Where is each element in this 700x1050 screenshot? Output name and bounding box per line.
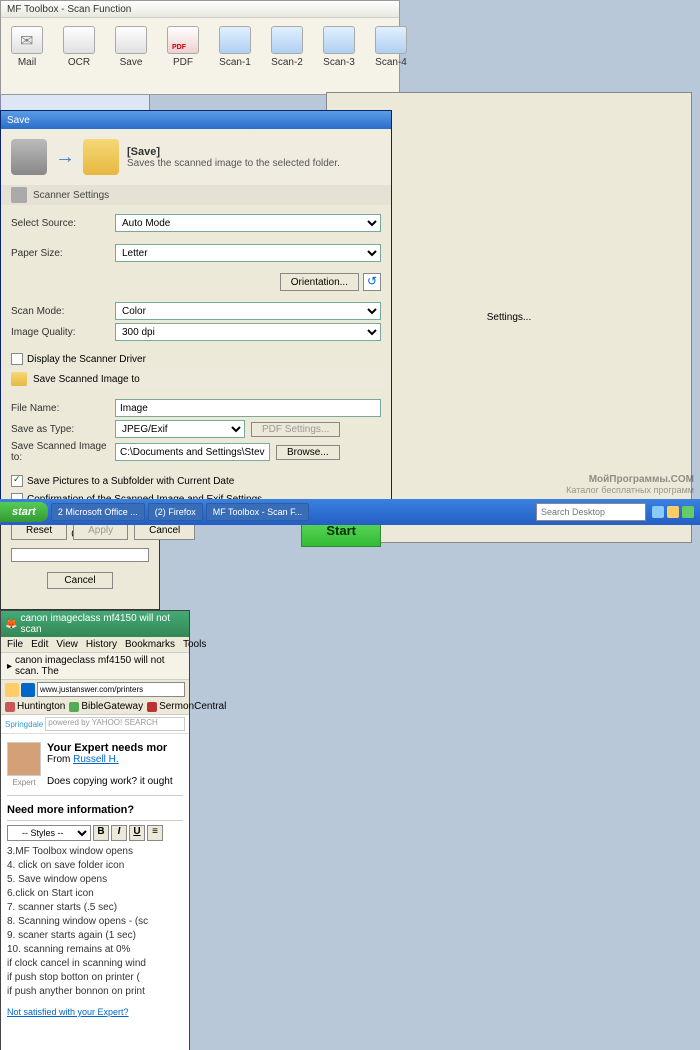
scanner-icon (375, 26, 407, 54)
save-window: Save → [Save] Saves the scanned image to… (0, 110, 392, 500)
save-description: [Save] Saves the scanned image to the se… (127, 146, 381, 169)
pdf-settings-button: PDF Settings... (251, 422, 340, 437)
styles-select[interactable]: -- Styles -- (7, 825, 91, 841)
saveto-label: Save Scanned Image to: (11, 441, 109, 463)
mail-icon (11, 26, 43, 54)
saveto-input[interactable] (115, 443, 270, 461)
pdf-icon (167, 26, 199, 54)
firefox-icon: 🦊 (5, 619, 17, 630)
tab-icon: ▸ (7, 661, 12, 672)
bookmark-icon (5, 702, 15, 712)
expert-heading: Your Expert needs mor (47, 742, 167, 754)
pdf-tool[interactable]: PDF (161, 24, 205, 70)
menu-history[interactable]: History (86, 639, 117, 650)
filename-input[interactable] (115, 399, 381, 417)
bookmark-biblegateway[interactable]: BibleGateway (69, 701, 143, 712)
arrow-icon: → (55, 146, 75, 169)
ff-menubar: File Edit View History Bookmarks Tools (1, 637, 189, 653)
scanmode-label: Scan Mode: (11, 306, 109, 317)
amazon-icon[interactable] (5, 683, 19, 697)
ocr-tool[interactable]: OCR (57, 24, 101, 70)
ff-tab[interactable]: ▸canon imageclass mf4150 will not scan. … (1, 653, 189, 680)
page-content: Expert Your Expert needs mor From Russel… (1, 734, 189, 1050)
folder-icon (11, 372, 27, 386)
system-tray (646, 506, 700, 518)
need-more-heading: Need more information? (7, 804, 183, 816)
folder-large-icon (83, 139, 119, 175)
scan4-tool[interactable]: Scan-4 (369, 24, 413, 70)
bookmark-sermoncentral[interactable]: SermonCentral (147, 701, 226, 712)
quality-select[interactable]: 300 dpi (115, 323, 381, 341)
mf-toolbox-window: MF Toolbox - Scan Function Mail OCR Save… (0, 0, 400, 95)
browse-button[interactable]: Browse... (276, 445, 340, 460)
orientation-button[interactable]: Orientation... (280, 273, 359, 291)
scanner-icon (219, 26, 251, 54)
subfolder-checkbox[interactable] (11, 475, 23, 487)
paper-select[interactable]: Letter (115, 244, 381, 262)
tray-icon[interactable] (652, 506, 664, 518)
avatar (7, 742, 41, 776)
bookmark-icon (69, 702, 79, 712)
refresh-icon[interactable]: ↺ (363, 273, 381, 291)
menu-edit[interactable]: Edit (31, 639, 48, 650)
bold-button[interactable]: B (93, 825, 109, 841)
underline-button[interactable]: U (129, 825, 145, 841)
ff-titlebar: 🦊canon imageclass mf4150 will not scan (1, 611, 189, 637)
filename-label: File Name: (11, 403, 109, 414)
scanmode-select[interactable]: Color (115, 302, 381, 320)
tray-icon[interactable] (667, 506, 679, 518)
saveas-select[interactable]: JPEG/Exif (115, 420, 245, 438)
bookmark-huntington[interactable]: Huntington (5, 701, 65, 712)
source-label: Select Source: (11, 218, 109, 229)
saveas-label: Save as Type: (11, 424, 109, 435)
russell-link[interactable]: Russell H. (73, 754, 119, 765)
scan1-tool[interactable]: Scan-1 (213, 24, 257, 70)
save-titlebar: Save (1, 111, 391, 129)
paper-label: Paper Size: (11, 248, 109, 259)
scan3-tool[interactable]: Scan-3 (317, 24, 361, 70)
desktop-search[interactable] (536, 503, 646, 521)
scanner-settings-section: Scanner Settings (1, 185, 391, 205)
tray-icon[interactable] (682, 506, 694, 518)
scanner-icon (323, 26, 355, 54)
not-satisfied-link[interactable]: Not satisfied with your Expert? (7, 1007, 183, 1017)
save-to-section: Save Scanned Image to (1, 368, 391, 390)
save-header: → [Save] Saves the scanned image to the … (1, 129, 391, 185)
springdale-logo: Springdale (5, 720, 43, 729)
scanner-small-icon (11, 187, 27, 203)
display-driver-checkbox[interactable] (11, 353, 23, 365)
mf-titlebar: MF Toolbox - Scan Function (1, 1, 399, 18)
menu-file[interactable]: File (7, 639, 23, 650)
task-office[interactable]: 2 Microsoft Office ... (51, 503, 145, 521)
quality-label: Image Quality: (11, 327, 109, 338)
site-icon[interactable] (21, 683, 35, 697)
align-button[interactable]: ≡ (147, 825, 163, 841)
scan2-tool[interactable]: Scan-2 (265, 24, 309, 70)
mf-title: MF Toolbox - Scan Function (7, 4, 131, 15)
watermark: МойПрограммы.COM Каталог бесплатных прог… (566, 474, 694, 495)
menu-tools[interactable]: Tools (183, 639, 206, 650)
menu-bookmarks[interactable]: Bookmarks (125, 639, 175, 650)
url-input[interactable] (37, 682, 185, 697)
scanner-icon (271, 26, 303, 54)
taskbar: start 2 Microsoft Office ... (2) Firefox… (0, 499, 700, 525)
save-tool[interactable]: Save (109, 24, 153, 70)
mf-toolbar: Mail OCR Save PDF Scan-1 Scan-2 Scan-3 S… (1, 18, 399, 76)
italic-button[interactable]: I (111, 825, 127, 841)
yahoo-search[interactable]: powered by YAHOO! SEARCH (45, 717, 185, 731)
scanner-large-icon (11, 139, 47, 175)
mail-tool[interactable]: Mail (5, 24, 49, 70)
save-icon (115, 26, 147, 54)
ocr-icon (63, 26, 95, 54)
task-mftoolbox[interactable]: MF Toolbox - Scan F... (206, 503, 309, 521)
source-select[interactable]: Auto Mode (115, 214, 381, 232)
task-firefox[interactable]: (2) Firefox (148, 503, 203, 521)
bookmark-icon (147, 702, 157, 712)
scan-cancel-button[interactable]: Cancel (47, 572, 112, 589)
menu-view[interactable]: View (56, 639, 78, 650)
steps-list: 3.MF Toolbox window opens4. click on sav… (7, 845, 183, 999)
start-button[interactable]: start (0, 502, 48, 522)
firefox-window: 🦊canon imageclass mf4150 will not scan F… (0, 610, 190, 1050)
